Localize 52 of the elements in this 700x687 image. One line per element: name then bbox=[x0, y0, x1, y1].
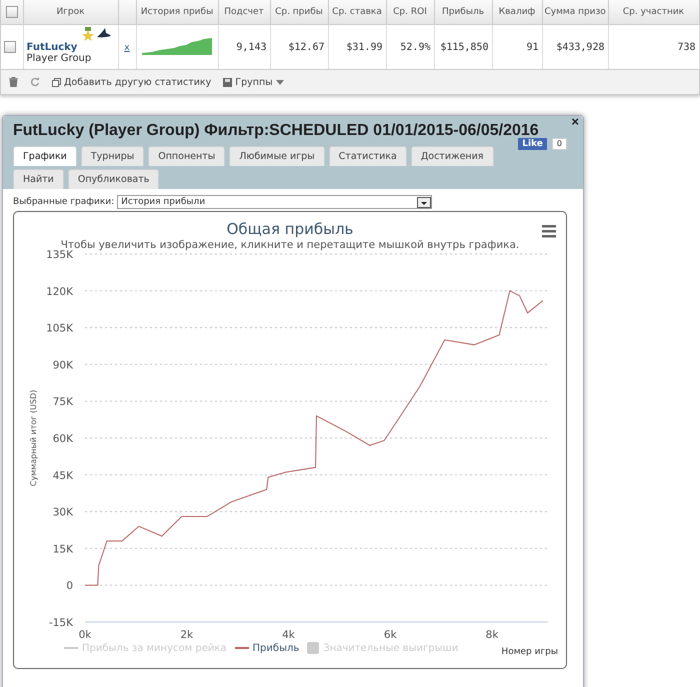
shark-icon bbox=[96, 27, 112, 39]
x-axis-title: Номер игры bbox=[501, 647, 558, 657]
close-button[interactable]: × bbox=[571, 114, 579, 129]
remove-link[interactable]: x bbox=[124, 42, 130, 52]
save-icon bbox=[223, 78, 232, 86]
x-axis-label: 6k bbox=[384, 629, 397, 641]
y-axis-label: 60K bbox=[52, 433, 73, 445]
y-axis-label: 30K bbox=[52, 506, 73, 519]
add-statistic-link[interactable]: Добавить другую статистику bbox=[64, 76, 212, 88]
column-header[interactable]: Игрок bbox=[56, 7, 85, 17]
y-axis-label: 15K bbox=[52, 543, 73, 556]
tab[interactable]: Статистика bbox=[328, 146, 407, 166]
groups-dropdown[interactable]: Группы bbox=[235, 76, 273, 88]
dialog-title: FutLucky (Player Group) Фильтр:SCHEDULED 01/01/2015-06/05/2016 bbox=[13, 122, 540, 139]
tab[interactable]: Найти bbox=[13, 169, 64, 189]
chart-title: Общая прибыль bbox=[226, 220, 354, 238]
x-axis-label: 0k bbox=[78, 629, 92, 641]
y-axis-title: Суммарный итог (USD) bbox=[29, 390, 38, 486]
profit-sparkline bbox=[142, 36, 212, 54]
tab[interactable]: Достижения bbox=[410, 146, 494, 166]
caret-icon[interactable] bbox=[417, 196, 432, 208]
tab[interactable]: Оппоненты bbox=[148, 146, 226, 166]
select-all-checkbox[interactable] bbox=[6, 6, 18, 18]
player-group: Player Group bbox=[26, 53, 114, 64]
y-axis-label: 90K bbox=[52, 359, 73, 372]
tab[interactable]: Графики bbox=[13, 146, 77, 166]
y-axis-label: 0 bbox=[66, 580, 73, 592]
tab[interactable]: Любимые игры bbox=[229, 146, 325, 166]
menu-icon[interactable] bbox=[542, 225, 556, 238]
x-axis-label: 4k bbox=[282, 629, 295, 641]
chart-select-label: Выбранные графики: bbox=[13, 197, 114, 207]
refresh-icon[interactable] bbox=[30, 77, 40, 87]
y-axis-label: -15K bbox=[48, 617, 73, 629]
x-axis-label: 8k bbox=[486, 629, 498, 641]
y-axis-label: 45K bbox=[52, 470, 73, 482]
add-window-icon bbox=[52, 78, 61, 86]
like-count: 0 bbox=[552, 138, 567, 150]
trash-icon[interactable] bbox=[9, 77, 18, 87]
row-checkbox[interactable] bbox=[4, 41, 16, 53]
y-axis-label: 75K bbox=[52, 396, 73, 408]
medal-icon bbox=[82, 27, 94, 41]
tab[interactable]: Турниры bbox=[80, 146, 144, 166]
chart-select[interactable]: История прибыли bbox=[117, 195, 432, 209]
like-button[interactable]: Like bbox=[518, 138, 547, 150]
y-axis-label: 135K bbox=[46, 249, 73, 261]
player-link[interactable]: FutLucky bbox=[26, 42, 78, 53]
y-axis-label: 105K bbox=[46, 322, 73, 335]
chart-subtitle: Чтобы увеличить изображение, кликните и перетащите мышкой внутрь графика. bbox=[60, 239, 520, 251]
x-axis-label: 2k bbox=[180, 629, 194, 641]
y-axis-label: 120K bbox=[46, 286, 73, 298]
tab[interactable]: Опубликовать bbox=[68, 169, 160, 189]
legend-item[interactable]: Прибыль bbox=[234, 642, 300, 654]
